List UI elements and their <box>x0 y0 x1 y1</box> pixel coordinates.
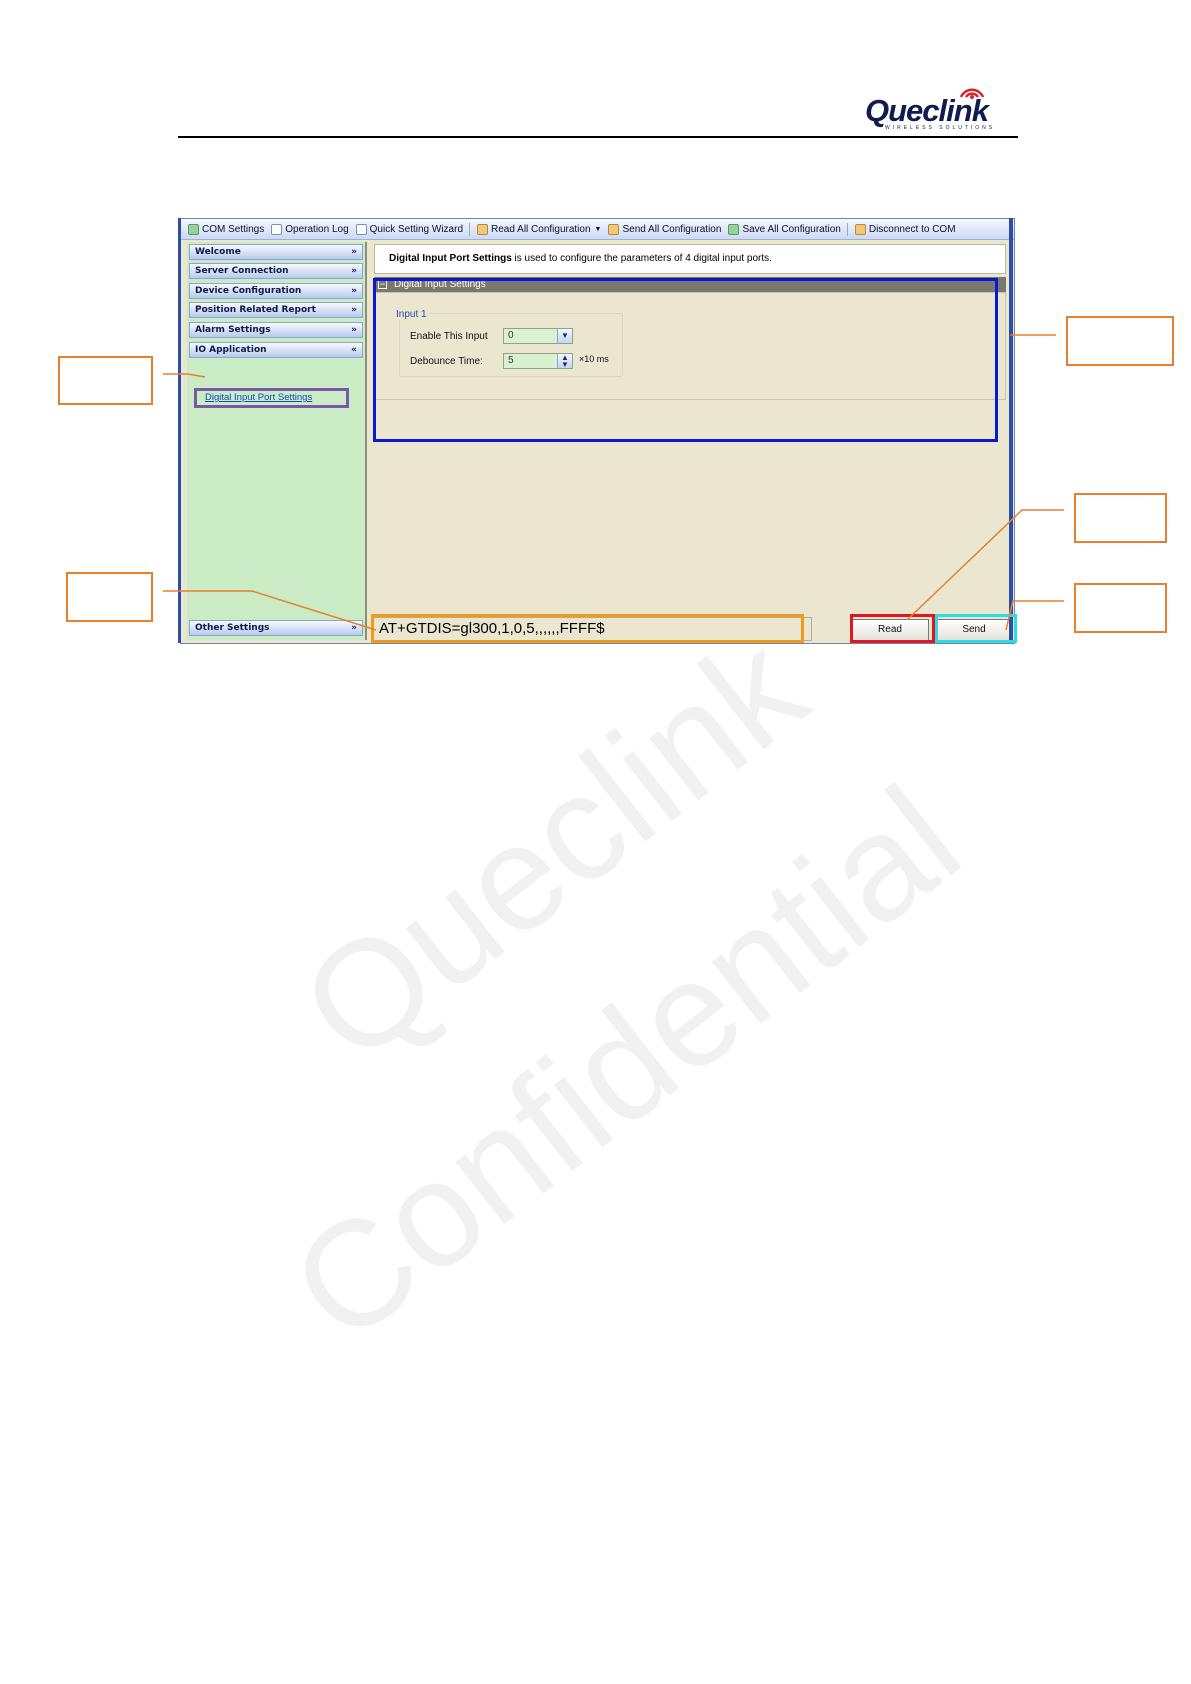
leader-line-1 <box>163 373 206 378</box>
leader-line-5 <box>1005 600 1064 631</box>
callout-leader-lines <box>163 334 1064 631</box>
leader-line-2 <box>163 590 377 631</box>
leader-line-4 <box>906 509 1064 621</box>
